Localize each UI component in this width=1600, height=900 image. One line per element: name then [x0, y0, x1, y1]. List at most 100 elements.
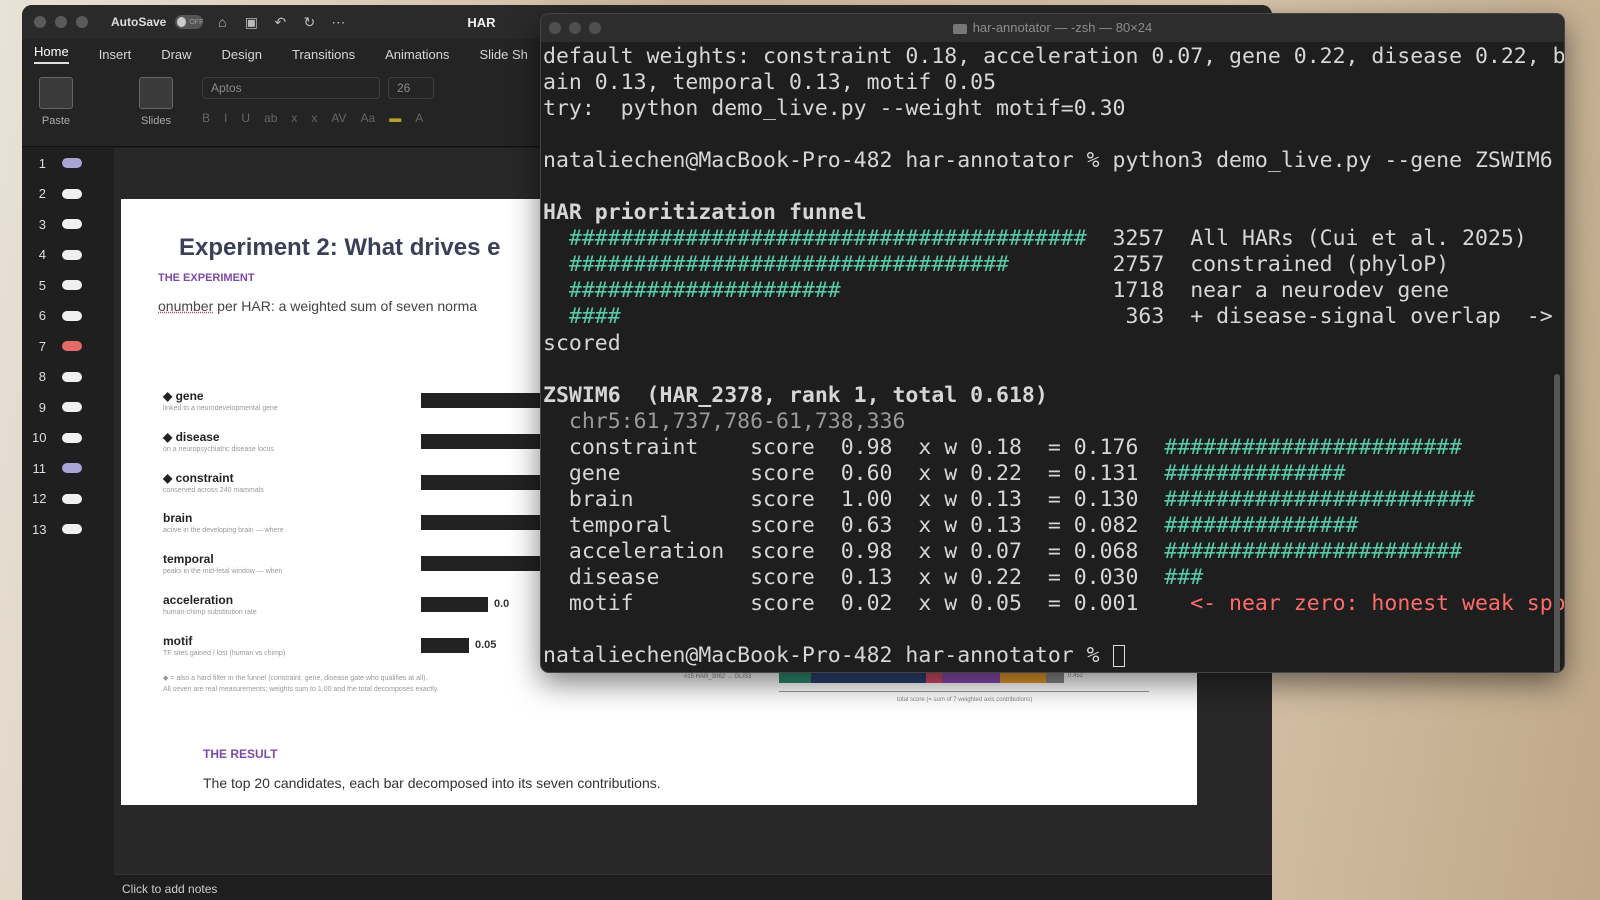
funnel-bar: #### — [543, 304, 1087, 330]
axis-name: ◆ disease — [163, 429, 220, 444]
slide-thumbnail[interactable]: 7 — [22, 331, 112, 362]
terminal-line: ain 0.13, temporal 0.13, motif 0.05 — [543, 70, 1564, 96]
terminal-window[interactable]: har-annotator — -zsh — 80×24 default wei… — [540, 13, 1565, 673]
slide-thumbnail[interactable]: 2 — [22, 179, 112, 210]
spacing-icon[interactable]: AV — [331, 111, 346, 125]
tab-animations[interactable]: Animations — [385, 47, 449, 62]
stack-value: 0.452 — [1068, 673, 1084, 679]
thumbnail-preview — [62, 432, 82, 443]
score-bar: ############## — [1164, 460, 1346, 486]
close-button[interactable] — [34, 16, 46, 28]
slide-thumbnail[interactable]: 3 — [22, 209, 112, 240]
more-icon[interactable]: ⋯ — [328, 14, 348, 31]
bold-button[interactable]: B — [202, 111, 210, 125]
terminal-line: try: python demo_live.py --weight motif=… — [543, 96, 1564, 122]
axis-temporal: temporal peaks in the mid-fetal window — … — [163, 552, 282, 575]
tab-draw[interactable]: Draw — [161, 47, 191, 62]
terminal-title-text: har-annotator — -zsh — 80×24 — [972, 20, 1153, 35]
stack-seg-temporal — [1000, 673, 1046, 683]
thumbnail-preview — [62, 280, 82, 291]
funnel-count: 363 — [1086, 304, 1165, 330]
funnel-count: 3257 — [1086, 226, 1165, 252]
score-calc: score 0.98 x w 0.07 = 0.068 — [750, 538, 1165, 564]
funnel-label: constrained (phyloP) — [1164, 252, 1450, 278]
score-calc: score 1.00 x w 0.13 = 0.130 — [750, 486, 1165, 512]
axis-description: linked to a neurodevelopmental gene — [163, 405, 278, 412]
slides-button[interactable]: Slides — [134, 77, 178, 127]
score-calc: score 0.02 x w 0.05 = 0.001 — [750, 590, 1165, 616]
italic-button[interactable]: I — [224, 111, 227, 125]
terminal-output: default weights: constraint 0.18, accele… — [541, 42, 1564, 669]
thumbnail-number: 5 — [38, 277, 46, 293]
redo-icon[interactable]: ↻ — [299, 14, 319, 31]
funnel-count: 1718 — [1086, 278, 1165, 304]
undo-icon[interactable]: ↶ — [270, 14, 290, 31]
axis-description: active in the developing brain — where — [163, 527, 284, 535]
slide-thumbnail[interactable]: 12 — [22, 484, 112, 515]
subscript-button[interactable]: x — [291, 111, 297, 125]
stack-row-label: #15 HAR_3062 → GLIS3 — [684, 674, 752, 680]
tab-transitions[interactable]: Transitions — [292, 47, 355, 62]
score-bar: ####################### — [1164, 538, 1463, 564]
terminal-line: default weights: constraint 0.18, accele… — [543, 44, 1564, 70]
slide-thumbnail[interactable]: 6 — [22, 301, 112, 332]
slide-thumbnail[interactable]: 8 — [22, 362, 112, 393]
slide-thumbnail[interactable]: 10 — [22, 423, 112, 454]
save-icon[interactable]: ▣ — [241, 14, 261, 31]
funnel-bar: ##################### — [543, 278, 1087, 304]
paste-button[interactable]: Paste — [34, 77, 78, 127]
slide-thumbnail[interactable]: 11 — [22, 453, 112, 484]
funnel-row: ################################## 2757 … — [543, 252, 1564, 278]
thumbnail-number: 7 — [38, 338, 46, 354]
score-calc: score 0.60 x w 0.22 = 0.131 — [750, 460, 1165, 486]
terminal-line: nataliechen@MacBook-Pro-482 har-annotato… — [543, 148, 1564, 174]
funnel-label: near a neurodev gene — [1164, 278, 1450, 304]
slide-title: Experiment 2: What drives e — [179, 234, 501, 261]
axis-bar-disease — [421, 433, 541, 449]
score-bar: ######################## — [1164, 486, 1475, 512]
subtitle-text: per HAR: a weighted sum of seven norma — [213, 298, 478, 314]
underline-button[interactable]: U — [241, 111, 250, 125]
stack-seg-disease — [926, 673, 942, 683]
folder-icon — [952, 23, 967, 34]
minimize-button[interactable] — [55, 16, 67, 28]
score-name: constraint — [543, 434, 751, 460]
slide-thumbnail[interactable]: 9 — [22, 392, 112, 423]
score-bar: ############### — [1164, 512, 1359, 538]
strikethrough-button[interactable]: ab — [264, 111, 277, 125]
thumbnail-number: 6 — [38, 308, 46, 324]
slide-thumbnail[interactable]: 13 — [22, 514, 112, 545]
tab-design[interactable]: Design — [222, 47, 262, 62]
tab-insert[interactable]: Insert — [99, 47, 132, 62]
axis-bar-temporal — [421, 556, 541, 572]
zoom-button[interactable] — [76, 16, 88, 28]
font-color-icon[interactable]: A — [415, 111, 423, 125]
notes-pane[interactable]: Click to add notes — [114, 874, 1272, 900]
thumbnail-number: 8 — [38, 369, 46, 385]
tab-slide-sh[interactable]: Slide Sh — [479, 47, 527, 62]
tab-home[interactable]: Home — [34, 44, 69, 64]
thumbnail-number: 9 — [38, 399, 46, 415]
paste-label: Paste — [41, 115, 71, 127]
terminal-text: nataliechen@MacBook-Pro-482 har-annotato… — [543, 148, 1553, 174]
slide-thumbnail[interactable]: 4 — [22, 240, 112, 271]
terminal-scrollbar[interactable] — [1554, 374, 1560, 672]
autosave-toggle[interactable]: OFF — [175, 15, 204, 29]
score-name: temporal — [543, 512, 751, 538]
terminal-text: try: python demo_live.py --weight motif=… — [543, 96, 1126, 122]
superscript-button[interactable]: x — [311, 111, 317, 125]
slide-thumbnail[interactable]: 1 — [22, 148, 112, 179]
experiment-kicker: THE EXPERIMENT — [158, 272, 255, 284]
case-icon[interactable]: Aa — [361, 111, 376, 125]
terminal-cursor[interactable] — [1112, 645, 1125, 668]
highlight-icon[interactable]: ▬ — [389, 111, 401, 125]
thumbnail-preview — [62, 158, 82, 169]
terminal-prompt: nataliechen@MacBook-Pro-482 har-annotato… — [543, 643, 1113, 669]
thumbnail-number: 1 — [38, 155, 46, 171]
font-name-select[interactable]: Aptos — [202, 77, 380, 99]
slide-thumbnail[interactable]: 5 — [22, 270, 112, 301]
home-icon[interactable]: ⌂ — [212, 14, 232, 30]
font-size-select[interactable]: 26 — [388, 77, 434, 99]
